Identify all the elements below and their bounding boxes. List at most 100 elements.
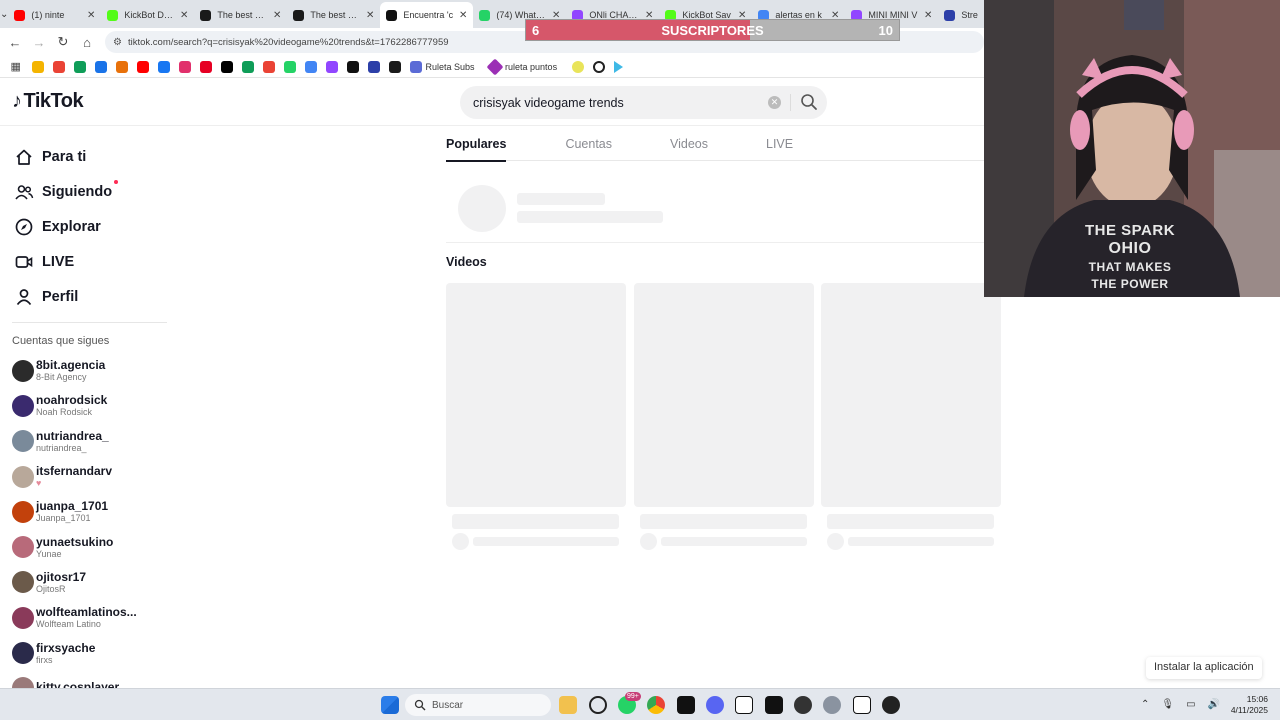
browser-tab[interactable]: (1) ninte ✕ — [8, 2, 101, 28]
following-account[interactable]: wolfteamlatinos... Wolfteam Latino — [0, 600, 180, 635]
bookmark-favicon-icon[interactable] — [115, 60, 128, 73]
tab-live[interactable]: LIVE — [766, 126, 793, 161]
back-icon[interactable]: ← — [3, 35, 27, 50]
sidebar-item-siguiendo[interactable]: Siguiendo — [0, 174, 180, 209]
bookmark-ruleta-puntos[interactable]: ruleta puntos — [485, 58, 557, 75]
bookmark-favicon-icon[interactable] — [262, 60, 275, 73]
home-icon[interactable]: ⌂ — [75, 35, 99, 50]
avatar — [12, 430, 34, 453]
display-icon[interactable]: ▭ — [1186, 699, 1195, 710]
capcut-icon-2[interactable] — [765, 696, 783, 714]
tab-close-icon[interactable]: ✕ — [180, 10, 188, 21]
bookmark-favicon-icon[interactable] — [73, 60, 86, 73]
following-account[interactable]: 8bit.agencia 8-Bit Agency — [0, 353, 180, 388]
sidebar-item-live[interactable]: LIVE — [0, 244, 180, 279]
bookmark-favicon-icon[interactable] — [241, 60, 254, 73]
browser-tab[interactable]: Encuentra 'c ✕ — [380, 2, 474, 28]
following-account[interactable]: noahrodsick Noah Rodsick — [0, 388, 180, 423]
media-player-icon[interactable] — [882, 696, 900, 714]
apps-grid-icon[interactable]: ▦ — [11, 61, 23, 73]
search-input-value: crisisyak videogame trends — [473, 95, 624, 110]
skeleton-avatar — [640, 533, 657, 550]
sidebar-item-label: LIVE — [42, 253, 75, 270]
taskbar-clock[interactable]: 15:06 4/11/2025 — [1231, 694, 1268, 716]
install-app-button[interactable]: Instalar la aplicación — [1146, 657, 1262, 679]
bookmark-play-icon[interactable] — [613, 60, 623, 73]
tab-populares[interactable]: Populares — [446, 126, 507, 162]
windows-taskbar: Buscar 99+ ⌃ 🎙 ▭ 🔊 15:06 4/11/2025 — [0, 688, 1280, 720]
bookmark-favicon-icon[interactable] — [94, 60, 107, 73]
bookmark-favicon-icon[interactable] — [304, 60, 317, 73]
tray-chevron-icon[interactable]: ⌃ — [1141, 699, 1149, 710]
windows-start-icon[interactable] — [381, 696, 399, 714]
sidebar-item-para-ti[interactable]: Para ti — [0, 139, 180, 174]
home-icon — [16, 149, 32, 165]
bookmark-favicon-icon[interactable] — [346, 60, 359, 73]
following-account[interactable]: juanpa_1701 Juanpa_1701 — [0, 494, 180, 529]
skeleton-line — [661, 537, 807, 546]
bookmark-favicon-icon[interactable] — [157, 60, 170, 73]
file-explorer-icon[interactable] — [559, 696, 577, 714]
browser-tab[interactable]: The best Cha ✕ — [287, 2, 380, 28]
tab-search-chevron-icon[interactable]: ⌄ — [0, 0, 8, 28]
following-account[interactable]: yunaetsukino Yunae — [0, 529, 180, 564]
tab-close-icon[interactable]: ✕ — [273, 10, 281, 21]
bookmark-favicon-icon[interactable] — [199, 60, 212, 73]
app-red-dot-icon[interactable] — [794, 696, 812, 714]
bookmark-favicon-icon[interactable] — [31, 60, 44, 73]
tab-cuentas[interactable]: Cuentas — [565, 126, 612, 161]
video-card-skeleton[interactable] — [634, 283, 814, 550]
sidebar-item-perfil[interactable]: Perfil — [0, 279, 180, 314]
bookmark-openai-icon[interactable] — [592, 60, 605, 73]
following-account[interactable]: ojitosr17 OjitosR — [0, 565, 180, 600]
skeleton-line — [640, 514, 807, 529]
forward-icon[interactable]: → — [27, 35, 51, 50]
discord-icon[interactable] — [706, 696, 724, 714]
browser-tab[interactable]: The best Cha ✕ — [194, 2, 287, 28]
bookmark-favicon-icon[interactable] — [178, 60, 191, 73]
volume-icon[interactable]: 🔊 — [1208, 699, 1220, 710]
following-account[interactable]: kitty.cosplayer — [0, 671, 180, 688]
bookmark-favicon-icon[interactable] — [52, 60, 65, 73]
browser-tab[interactable]: KickBot Dash ✕ — [101, 2, 194, 28]
settings-icon[interactable] — [823, 696, 841, 714]
tab-close-icon[interactable]: ✕ — [366, 10, 374, 21]
following-account[interactable]: nutriandrea_ nutriandrea_ — [0, 424, 180, 459]
tab-close-icon[interactable]: ✕ — [459, 10, 467, 21]
reload-icon[interactable]: ↻ — [51, 34, 75, 50]
microphone-icon[interactable]: 🎙 — [1161, 699, 1174, 710]
search-divider — [790, 94, 791, 111]
chrome-icon[interactable] — [647, 696, 665, 714]
video-card-skeleton[interactable] — [821, 283, 1001, 550]
bookmark-ruleta-subs[interactable]: Ruleta Subs — [405, 60, 475, 73]
clear-search-icon[interactable]: ✕ — [768, 96, 781, 109]
browser-tab[interactable]: Stre✕ — [938, 2, 984, 28]
tab-close-icon[interactable]: ✕ — [87, 10, 95, 21]
search-icon[interactable] — [799, 92, 819, 112]
capcut-icon[interactable] — [677, 696, 695, 714]
bookmark-favicon-icon[interactable] — [283, 60, 296, 73]
tab-close-icon[interactable]: ✕ — [924, 10, 932, 21]
notion-icon[interactable] — [735, 696, 753, 714]
bookmark-favicon-icon[interactable] — [388, 60, 401, 73]
following-account[interactable]: itsfernandarv ♥ — [0, 459, 180, 494]
following-icon — [15, 184, 34, 200]
following-account[interactable]: firxsyache firxs — [0, 635, 180, 670]
site-info-icon[interactable]: ⚙ — [113, 37, 122, 48]
video-card-skeleton[interactable] — [446, 283, 626, 550]
chatgpt-icon[interactable] — [589, 696, 607, 714]
tab-videos[interactable]: Videos — [670, 126, 708, 161]
bookmark-star-icon[interactable] — [571, 60, 584, 73]
taskbar-search-field[interactable]: Buscar — [405, 694, 551, 716]
bookmark-favicon-icon[interactable] — [136, 60, 149, 73]
search-input[interactable]: crisisyak videogame trends ✕ — [460, 86, 827, 119]
notion-icon-2[interactable] — [853, 696, 871, 714]
tiktok-logo[interactable]: ♪ TikTok — [12, 90, 84, 113]
bookmark-favicon-icon[interactable] — [325, 60, 338, 73]
skeleton-line — [517, 211, 663, 223]
avatar — [12, 606, 34, 629]
bookmark-favicon-icon[interactable] — [220, 60, 233, 73]
avatar — [12, 394, 34, 417]
bookmark-favicon-icon[interactable] — [367, 60, 380, 73]
sidebar-item-explorar[interactable]: Explorar — [0, 209, 180, 244]
